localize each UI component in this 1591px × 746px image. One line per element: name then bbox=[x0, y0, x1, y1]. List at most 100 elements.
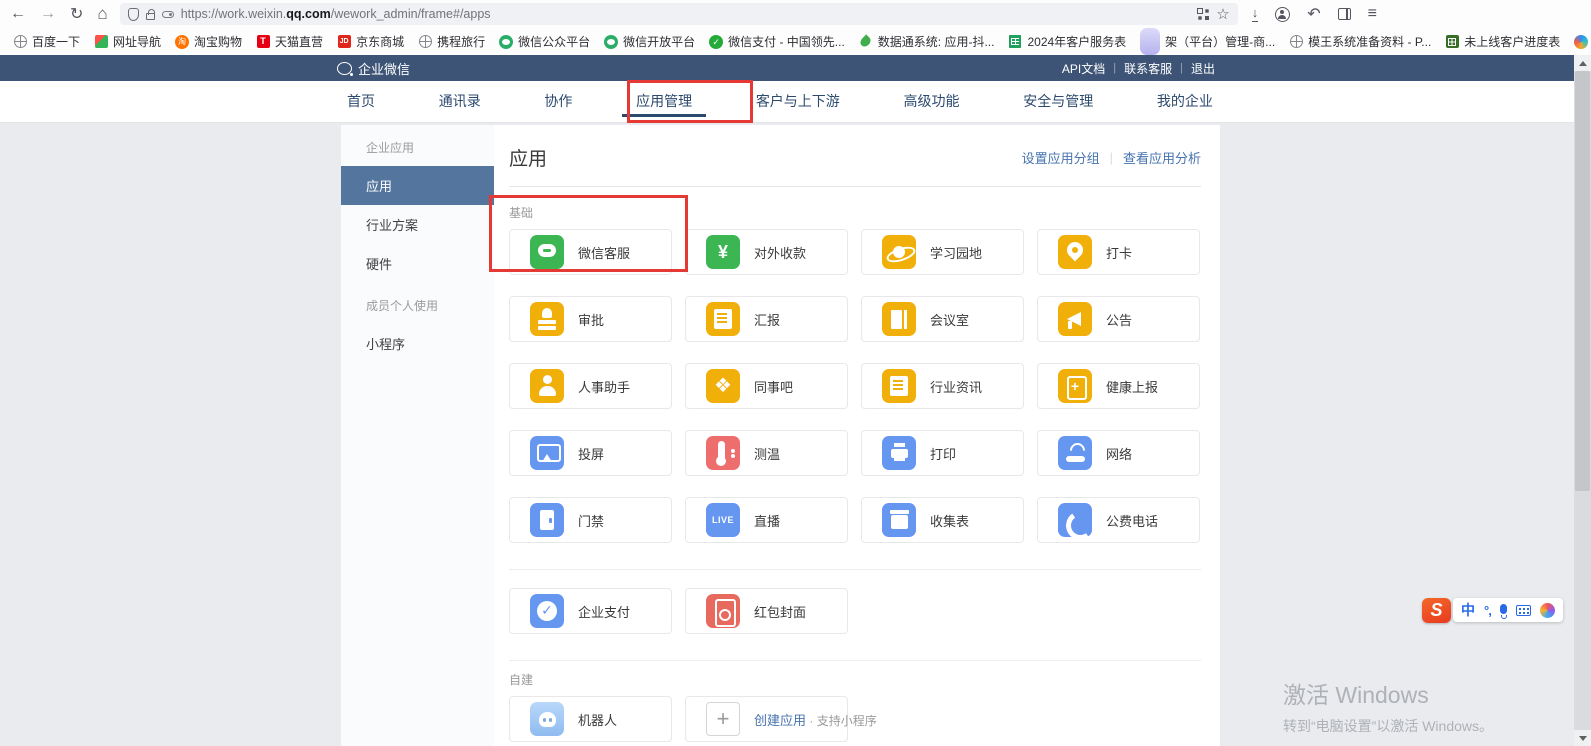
browser-toolbar: ← → ↻ ⌂ https://work.weixin.qq.com/wewor… bbox=[0, 0, 1591, 28]
back-icon[interactable]: ← bbox=[10, 5, 26, 23]
tab-我的企业[interactable]: 我的企业 bbox=[1155, 81, 1215, 123]
app-card-公费电话[interactable]: 公费电话 bbox=[1037, 497, 1200, 543]
app-card-企业支付[interactable]: 企业支付 bbox=[509, 588, 672, 634]
bookmark-item[interactable]: 汇聚支付 bbox=[1567, 31, 1591, 53]
reload-icon[interactable]: ↻ bbox=[70, 4, 83, 24]
megaphone-icon bbox=[1058, 302, 1092, 336]
tab-通讯录[interactable]: 通讯录 bbox=[437, 81, 483, 123]
set-app-groups-link[interactable]: 设置应用分组 bbox=[1022, 148, 1100, 167]
keyboard-icon[interactable] bbox=[1516, 605, 1531, 616]
bookmark-item[interactable]: T天猫直营 bbox=[249, 31, 330, 53]
app-card-测温[interactable]: 测温 bbox=[685, 430, 848, 476]
bookmark-label: 微信开放平台 bbox=[623, 33, 695, 50]
url-bar[interactable]: https://work.weixin.qq.com/wework_admin/… bbox=[120, 3, 1238, 25]
app-card-人事助手[interactable]: 人事助手 bbox=[509, 363, 672, 409]
swirl-icon bbox=[1574, 35, 1588, 49]
bookmark-item[interactable]: 淘淘宝购物 bbox=[168, 31, 249, 53]
app-card-网络[interactable]: 网络 bbox=[1037, 430, 1200, 476]
bookmark-item[interactable]: 模王系统准备资料 - P... bbox=[1282, 31, 1438, 53]
sidebar-item-应用[interactable]: 应用 bbox=[341, 166, 494, 205]
bookmark-item[interactable]: 百度一下 bbox=[6, 31, 87, 53]
downloads-icon[interactable]: ↓ bbox=[1252, 6, 1259, 22]
app-card-汇报[interactable]: 汇报 bbox=[685, 296, 848, 342]
yen-icon bbox=[706, 235, 740, 269]
app-card-审批[interactable]: 审批 bbox=[509, 296, 672, 342]
page-scrollbar[interactable] bbox=[1574, 55, 1591, 746]
app-card-直播[interactable]: 直播 bbox=[685, 497, 848, 543]
app-card-门禁[interactable]: 门禁 bbox=[509, 497, 672, 543]
microphone-icon[interactable] bbox=[1500, 604, 1507, 614]
tmall-icon: T bbox=[256, 35, 270, 49]
bookmark-star-icon[interactable]: ☆ bbox=[1216, 7, 1229, 22]
sidebar-item-硬件[interactable]: 硬件 bbox=[341, 244, 494, 283]
app-card-打印[interactable]: 打印 bbox=[861, 430, 1024, 476]
app-label: 公费电话 bbox=[1106, 511, 1158, 530]
sogou-logo-icon[interactable]: S bbox=[1422, 598, 1451, 623]
app-card-学习园地[interactable]: 学习园地 bbox=[861, 229, 1024, 275]
app-label: 打卡 bbox=[1106, 243, 1132, 262]
app-card-收集表[interactable]: 收集表 bbox=[861, 497, 1024, 543]
app-card-公告[interactable]: 公告 bbox=[1037, 296, 1200, 342]
logout-link[interactable]: 退出 bbox=[1191, 60, 1215, 77]
bookmark-item[interactable]: 数据通系统: 应用-抖... bbox=[852, 31, 1002, 53]
app-card-投屏[interactable]: 投屏 bbox=[509, 430, 672, 476]
wework-brand[interactable]: 企业微信 bbox=[337, 55, 410, 81]
tab-安全与管理[interactable]: 安全与管理 bbox=[1021, 81, 1095, 123]
undo-icon[interactable]: ↶ bbox=[1307, 4, 1320, 24]
app-card-行业资讯[interactable]: 行业资讯 bbox=[861, 363, 1024, 409]
bookmark-item[interactable]: ✓微信支付 - 中国领先... bbox=[702, 31, 852, 53]
qr-scan-icon[interactable] bbox=[1197, 8, 1209, 20]
scroll-down-icon[interactable] bbox=[1574, 730, 1591, 746]
sidebar-item-行业方案[interactable]: 行业方案 bbox=[341, 205, 494, 244]
app-label: 学习园地 bbox=[930, 243, 982, 262]
bookmark-item[interactable]: 架（平台）管理-商... bbox=[1133, 31, 1282, 53]
app-label: 审批 bbox=[578, 310, 604, 329]
bookmark-item[interactable]: JD京东商城 bbox=[330, 31, 411, 53]
app-card-会议室[interactable]: 会议室 bbox=[861, 296, 1024, 342]
contact-support-link[interactable]: 联系客服 bbox=[1124, 60, 1172, 77]
bookmark-item[interactable]: 网址导航 bbox=[87, 31, 168, 53]
app-card-同事吧[interactable]: 同事吧 bbox=[685, 363, 848, 409]
app-card-微信客服[interactable]: 微信客服 bbox=[509, 229, 672, 275]
url-text[interactable]: https://work.weixin.qq.com/wework_admin/… bbox=[181, 7, 1191, 21]
ime-mode-toggle[interactable]: 中 bbox=[1461, 600, 1475, 620]
view-app-analytics-link[interactable]: 查看应用分析 bbox=[1123, 148, 1201, 167]
forward-icon[interactable]: → bbox=[40, 5, 56, 23]
menu-icon[interactable]: ≡ bbox=[1368, 5, 1377, 23]
bookmark-item[interactable]: 未上线客户进度表 bbox=[1438, 31, 1567, 53]
ime-skin-icon[interactable] bbox=[1540, 603, 1555, 618]
sidebar-item-小程序[interactable]: 小程序 bbox=[341, 324, 494, 363]
bookmark-item[interactable]: 微信开放平台 bbox=[597, 31, 702, 53]
app-card-机器人[interactable]: 机器人 bbox=[509, 696, 672, 742]
api-docs-link[interactable]: API文档 bbox=[1062, 60, 1105, 77]
bookmark-item[interactable]: 微信公众平台 bbox=[492, 31, 597, 53]
app-card-打卡[interactable]: 打卡 bbox=[1037, 229, 1200, 275]
app-card-红包封面[interactable]: 红包封面 bbox=[685, 588, 848, 634]
app-label: 汇报 bbox=[754, 310, 780, 329]
lock-icon[interactable] bbox=[146, 13, 155, 20]
ime-punctuation-toggle[interactable]: °, bbox=[1484, 603, 1491, 618]
tracking-shield-icon[interactable] bbox=[128, 8, 139, 21]
create-app-button[interactable]: 创建应用 · 支持小程序 bbox=[685, 696, 848, 742]
scrollbar-thumb[interactable] bbox=[1575, 71, 1590, 491]
app-card-对外收款[interactable]: 对外收款 bbox=[685, 229, 848, 275]
home-icon[interactable]: ⌂ bbox=[97, 4, 107, 24]
account-icon[interactable] bbox=[1275, 7, 1290, 22]
tab-首页[interactable]: 首页 bbox=[345, 81, 377, 123]
scroll-up-icon[interactable] bbox=[1574, 55, 1591, 71]
bookmark-label: 2024年客户服务表 bbox=[1027, 33, 1126, 50]
planet-icon bbox=[882, 235, 916, 269]
tab-高级功能[interactable]: 高级功能 bbox=[902, 81, 962, 123]
wechat-icon bbox=[604, 35, 618, 49]
bookmark-item[interactable]: 携程旅行 bbox=[411, 31, 492, 53]
permissions-icon[interactable] bbox=[162, 11, 174, 18]
bookmark-item[interactable]: 2024年客户服务表 bbox=[1001, 31, 1133, 53]
sidebar-toggle-icon[interactable] bbox=[1338, 8, 1351, 20]
app-card-健康上报[interactable]: 健康上报 bbox=[1037, 363, 1200, 409]
primary-nav: 首页 通讯录 协作 应用管理 客户与上下游 高级功能 安全与管理 我的企业 bbox=[0, 81, 1591, 123]
sidebar-group-header: 企业应用 bbox=[341, 125, 494, 166]
create-app-label: 创建应用 bbox=[754, 713, 806, 728]
tab-应用管理[interactable]: 应用管理 bbox=[634, 81, 694, 123]
tab-客户与上下游[interactable]: 客户与上下游 bbox=[754, 81, 842, 123]
tab-协作[interactable]: 协作 bbox=[542, 81, 574, 123]
